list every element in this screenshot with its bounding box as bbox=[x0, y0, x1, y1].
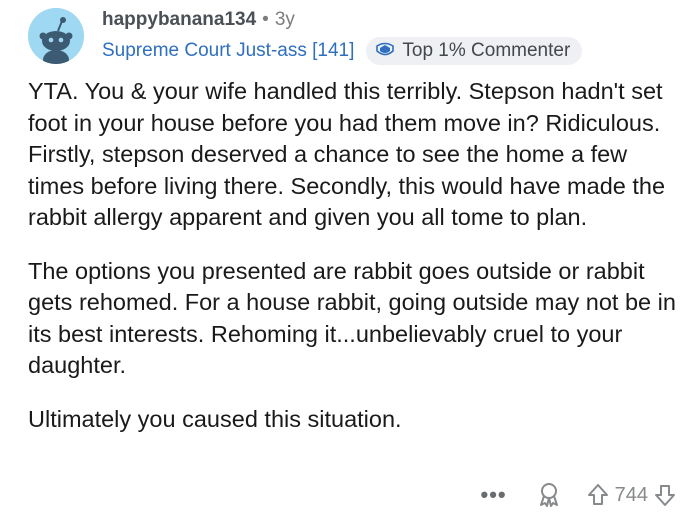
award-icon[interactable] bbox=[537, 482, 561, 508]
downvote-icon[interactable] bbox=[654, 483, 676, 507]
meta-separator: • bbox=[262, 9, 269, 30]
comment-body: YTA. You & your wife handled this terrib… bbox=[28, 76, 684, 457]
avatar[interactable] bbox=[28, 8, 84, 64]
comment-paragraph: Ultimately you caused this situation. bbox=[28, 405, 402, 432]
comment-header: happybanana134 • 3y Supreme Court Just-a… bbox=[102, 8, 680, 65]
comment-paragraph: The options you presented are rabbit goe… bbox=[28, 257, 676, 379]
comment-age: 3y bbox=[274, 9, 295, 30]
more-options-button[interactable]: ••• bbox=[481, 484, 507, 506]
comment-actions: ••• 744 bbox=[481, 478, 676, 512]
flair-line: Supreme Court Just-ass [141] Top 1% Comm… bbox=[102, 37, 680, 65]
username-link[interactable]: happybanana134 bbox=[102, 9, 256, 31]
badge-label: Top 1% Commenter bbox=[402, 40, 571, 61]
top-commenter-badge[interactable]: Top 1% Commenter bbox=[366, 37, 583, 65]
comment-paragraph: YTA. You & your wife handled this terrib… bbox=[28, 78, 666, 230]
comment: happybanana134 • 3y Supreme Court Just-a… bbox=[0, 0, 700, 516]
top-commenter-icon bbox=[374, 42, 396, 60]
snoo-avatar-icon bbox=[28, 8, 84, 64]
vote-score: 744 bbox=[614, 483, 648, 506]
meta-line: happybanana134 • 3y bbox=[102, 8, 680, 32]
user-flair: Supreme Court Just-ass [141] bbox=[102, 40, 355, 61]
upvote-icon[interactable] bbox=[587, 483, 609, 507]
